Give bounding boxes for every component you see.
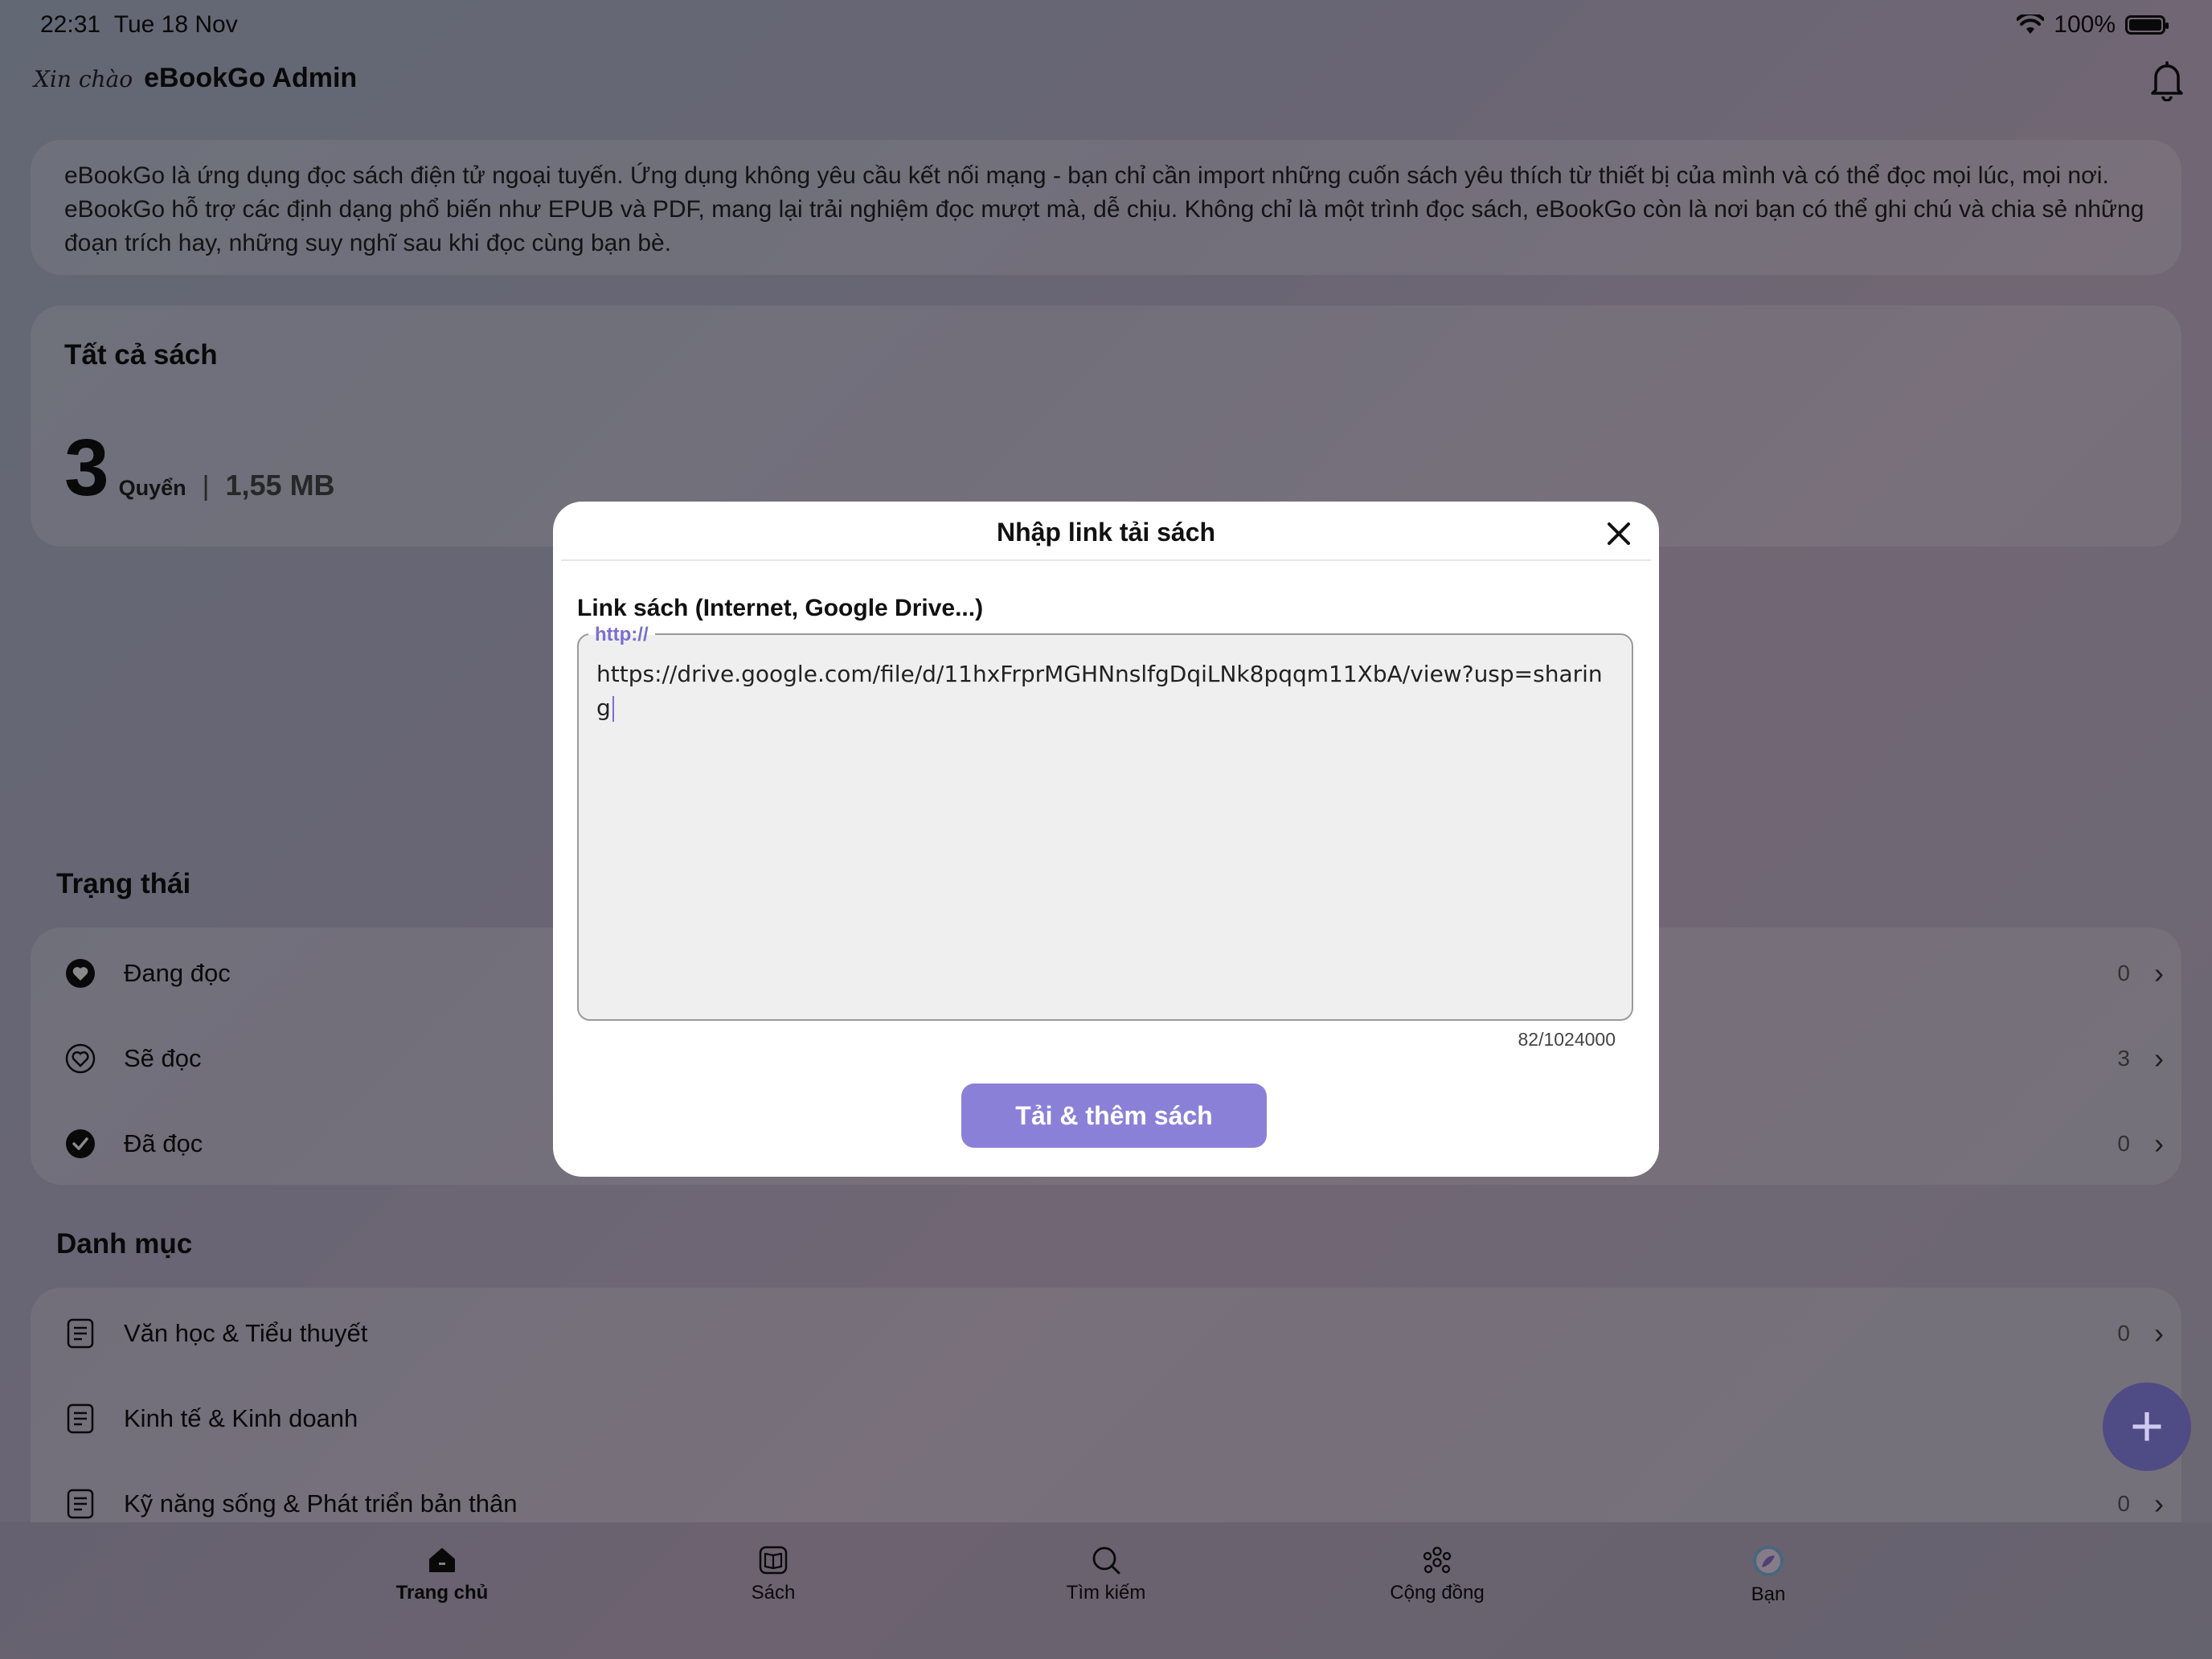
plus-icon: + [2129,1395,2165,1459]
add-book-fab-button[interactable]: + [2103,1382,2191,1471]
dialog-title: Nhập link tải sách [996,518,1216,547]
text-caret [612,696,614,722]
import-link-dialog: Nhập link tải sách Link sách (Internet, … [553,502,1659,1177]
character-counter: 82/1024000 [1518,1029,1616,1050]
book-link-value[interactable]: https://drive.google.com/file/d/11hxFrpr… [596,657,1609,725]
book-link-label: Link sách (Internet, Google Drive...) [577,595,984,621]
close-icon[interactable] [1601,516,1636,551]
dialog-divider [561,559,1651,561]
download-add-book-button[interactable]: Tải & thêm sách [961,1083,1267,1148]
field-legend: http:// [588,624,655,646]
